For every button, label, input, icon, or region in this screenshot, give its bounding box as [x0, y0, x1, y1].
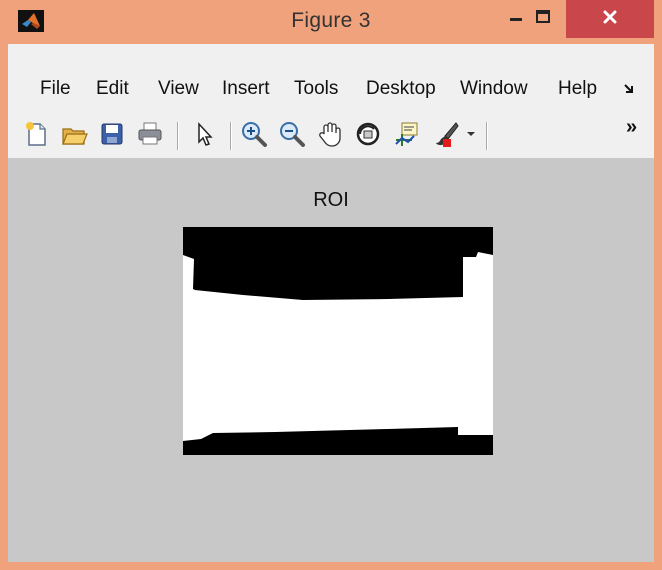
menu-view[interactable]: View: [158, 78, 199, 100]
figure-canvas[interactable]: ROI: [8, 159, 654, 562]
menu-file[interactable]: File: [40, 78, 71, 100]
toolbar-overflow-icon[interactable]: »: [626, 116, 637, 139]
figure-window: Figure 3 File Edit View Insert Tools Des…: [0, 0, 662, 570]
roi-binary-image: [183, 227, 493, 455]
toolbar-separator: [230, 122, 231, 150]
menu-insert[interactable]: Insert: [222, 78, 270, 100]
zoom-out-icon[interactable]: [278, 120, 306, 148]
brush-dropdown-icon[interactable]: [464, 126, 478, 140]
dock-arrow-icon[interactable]: [622, 82, 636, 101]
open-file-icon[interactable]: [60, 120, 88, 148]
maximize-button[interactable]: [520, 0, 566, 38]
data-cursor-icon[interactable]: [392, 120, 420, 148]
rotate-3d-icon[interactable]: [354, 120, 382, 148]
zoom-in-icon[interactable]: [240, 120, 268, 148]
maximize-icon: [535, 9, 551, 30]
edit-plot-arrow-icon[interactable]: [190, 120, 218, 148]
close-icon: [601, 8, 619, 31]
close-button[interactable]: [566, 0, 654, 38]
menubar-spacer: [8, 44, 654, 68]
menu-tools[interactable]: Tools: [294, 78, 338, 100]
menu-desktop[interactable]: Desktop: [366, 78, 458, 100]
brush-icon[interactable]: [432, 120, 460, 148]
toolbar-separator: [486, 122, 487, 150]
figure-toolbar: »: [8, 112, 654, 159]
pan-hand-icon[interactable]: [316, 120, 344, 148]
toolbar-separator: [177, 122, 178, 150]
new-figure-icon[interactable]: [22, 120, 50, 148]
title-bar[interactable]: Figure 3: [0, 0, 662, 42]
print-icon[interactable]: [136, 120, 164, 148]
menu-edit[interactable]: Edit: [96, 78, 129, 100]
menu-help[interactable]: Help: [558, 78, 597, 100]
save-icon[interactable]: [98, 120, 126, 148]
menu-bar: File Edit View Insert Tools Desktop Wind…: [8, 68, 654, 112]
axes-title: ROI: [313, 189, 349, 211]
menu-window[interactable]: Window: [460, 78, 552, 100]
